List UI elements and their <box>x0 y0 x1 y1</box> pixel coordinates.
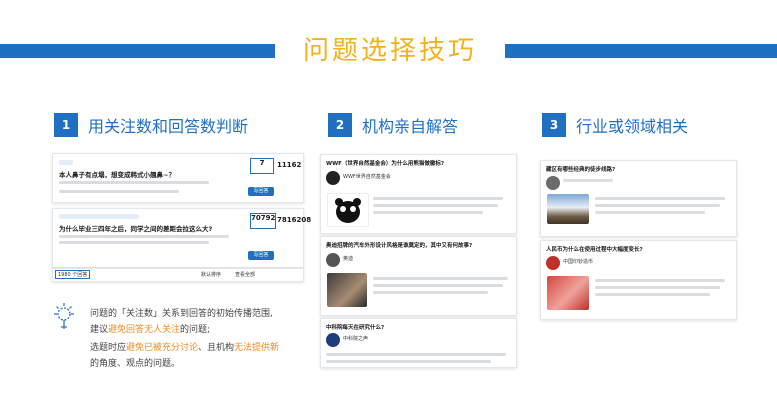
follow-count: 7 <box>250 158 274 174</box>
banknote-photo <box>547 276 589 310</box>
avatar <box>326 171 340 185</box>
avatar <box>546 176 560 190</box>
follow-count: 70792 <box>250 213 276 229</box>
org-name: WWF世界自然基金会 <box>343 174 391 180</box>
tip-line-1: 问题的「关注数」关系到回答的初始传播范围, <box>90 309 273 319</box>
question-title[interactable]: 藏区有哪些经典的徒步线路? <box>546 165 615 173</box>
view-count: 11162 <box>277 161 302 169</box>
view-count: 7816208 <box>277 216 312 224</box>
section-number: 2 <box>328 113 352 137</box>
avatar <box>546 256 560 270</box>
question-title[interactable]: 中科院每天在研究什么? <box>326 323 384 331</box>
question-title[interactable]: 奥迪招牌的汽车外形设计风格是谁奠定的，其中又有何故事? <box>326 241 472 249</box>
question-title[interactable]: WWF（世界自然基金会）为什么用熊猫做徽标? <box>326 159 444 167</box>
tip-line-4: 的角度、观点的问题。 <box>90 359 181 369</box>
org-answer-card-3[interactable]: 中科院每天在研究什么? 中科院之声 <box>320 318 517 368</box>
org-name: 中国印钞造币 <box>563 259 594 265</box>
photo-thumbnail <box>327 273 367 307</box>
org-answer-card-1[interactable]: WWF（世界自然基金会）为什么用熊猫做徽标? WWF世界自然基金会 <box>320 154 517 234</box>
answers-bar: 1980 个回答 默认排序 查看全部 <box>52 268 304 282</box>
header-bar-left <box>0 44 275 58</box>
section-header-3: 3 行业或领域相关 <box>542 112 688 138</box>
tip-line-2: 建议避免回答无人关注的问题; <box>90 325 211 335</box>
section-number: 3 <box>542 113 566 137</box>
section-title: 机构亲自解答 <box>362 117 459 136</box>
write-answer-button[interactable]: 写回答 <box>248 251 274 260</box>
industry-card-1[interactable]: 藏区有哪些经典的徒步线路? <box>540 160 737 237</box>
org-answer-card-2[interactable]: 奥迪招牌的汽车外形设计风格是谁奠定的，其中又有何故事? 奥迪 <box>320 236 517 316</box>
view-all-link[interactable]: 查看全部 <box>235 271 255 278</box>
avatar <box>326 333 340 347</box>
lightbulb-icon <box>52 302 76 332</box>
question-card-1[interactable]: 本人鼻子有点塌，想变成韩式小翘鼻~？ 7 11162 写回答 <box>52 153 304 203</box>
header-bar-right <box>505 44 777 58</box>
page-title: 问题选择技巧 <box>302 36 477 66</box>
question-card-2[interactable]: 为什么毕业三四年之后，同学之间的差距会拉这么大? 70792 7816208 写… <box>52 208 312 268</box>
question-title[interactable]: 本人鼻子有点塌，想变成韩式小翘鼻~？ <box>59 169 175 179</box>
section-title: 用关注数和回答数判断 <box>88 117 249 136</box>
tip-line-3: 选题时应避免已被充分讨论、且机构无法提供新 <box>90 343 280 353</box>
answer-count: 1980 个回答 <box>55 270 91 279</box>
section-number: 1 <box>54 113 78 137</box>
sort-dropdown[interactable]: 默认排序 <box>201 271 221 278</box>
write-answer-button[interactable]: 写回答 <box>248 187 274 196</box>
question-title[interactable]: 人民币为什么在使用过程中大幅度变长? <box>546 245 643 253</box>
section-title: 行业或领域相关 <box>576 117 689 136</box>
section-header-1: 1 用关注数和回答数判断 <box>54 112 248 138</box>
org-name: 中科院之声 <box>343 336 369 342</box>
mountain-photo <box>547 194 589 224</box>
section-header-2: 2 机构亲自解答 <box>328 112 458 138</box>
org-name: 奥迪 <box>343 256 354 262</box>
question-title[interactable]: 为什么毕业三四年之后，同学之间的差距会拉这么大? <box>59 223 212 233</box>
avatar <box>326 253 340 267</box>
panda-logo-icon <box>327 193 369 227</box>
industry-card-2[interactable]: 人民币为什么在使用过程中大幅度变长? 中国印钞造币 <box>540 240 737 320</box>
